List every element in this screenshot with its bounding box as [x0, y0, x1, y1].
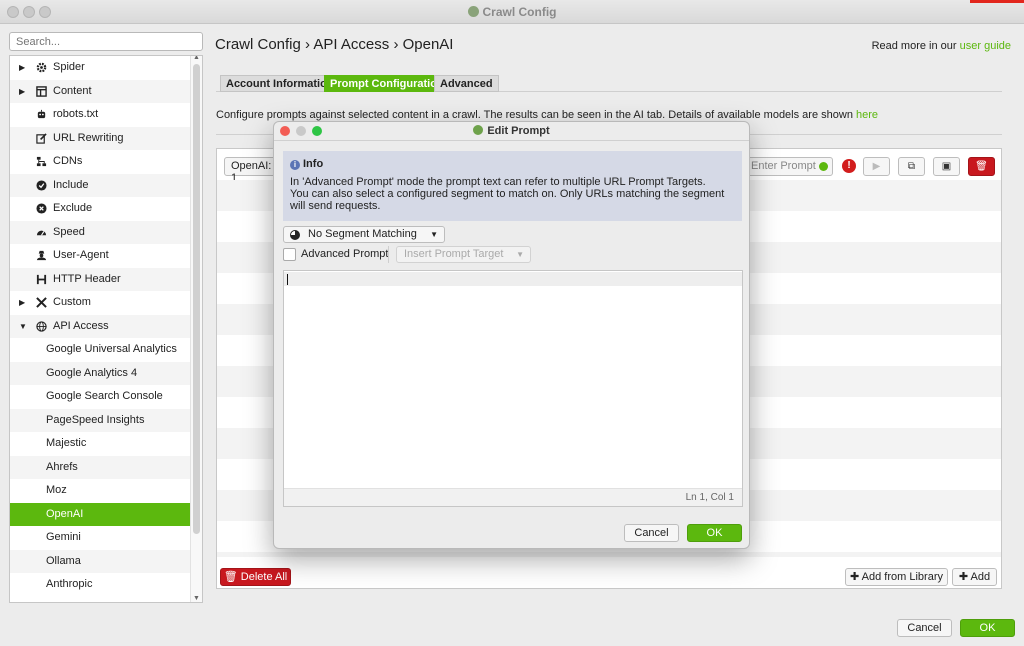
search-input[interactable] [9, 32, 203, 51]
scroll-down-icon[interactable]: ▼ [193, 595, 200, 602]
check-circle-icon [36, 179, 47, 191]
expand-right-icon[interactable]: ▶ [19, 291, 25, 314]
save-button[interactable]: ▣ [933, 157, 960, 176]
sidebar-subitem-ahrefs[interactable]: Ahrefs [10, 455, 190, 479]
layout-icon [36, 85, 47, 97]
pie-chart-icon [290, 230, 300, 240]
sidebar-scrollbar[interactable]: ▲ ▼ [190, 56, 202, 602]
sidebar-item-url-rewriting[interactable]: URL Rewriting [10, 126, 190, 150]
sidebar-item-speed[interactable]: Speed [10, 220, 190, 244]
header-icon [36, 274, 47, 284]
empty-row [217, 552, 1001, 557]
error-icon: ! [842, 159, 856, 173]
app-logo-icon [473, 125, 484, 135]
user-guide-link[interactable]: user guide [960, 40, 1011, 52]
sidebar-subitem-gemini[interactable]: Gemini [10, 526, 190, 550]
ok-button[interactable]: OK [960, 619, 1015, 637]
info-line-1: In 'Advanced Prompt' mode the prompt tex… [290, 176, 706, 188]
tab-bar: Account Information Prompt Configuration… [216, 75, 1002, 92]
gear-icon [36, 62, 47, 73]
expand-right-icon[interactable]: ▶ [19, 56, 25, 79]
segment-select[interactable]: No Segment Matching ▼ [283, 226, 445, 243]
delete-all-button[interactable]: 🗑 Delete All [220, 568, 291, 586]
advanced-prompt-label: Advanced Prompt [301, 248, 389, 260]
sidebar-item-spider[interactable]: ▶ Spider [10, 56, 190, 80]
cursor-position: Ln 1, Col 1 [685, 492, 734, 503]
speedometer-icon [36, 230, 47, 236]
tools-icon [36, 297, 47, 308]
info-icon: i [290, 160, 300, 170]
sidebar-item-api-access[interactable]: ▼ API Access [10, 314, 190, 338]
edit-prompt-dialog: Edit Prompt i Info In 'Advanced Prompt' m… [273, 121, 750, 549]
globe-icon [36, 320, 47, 332]
scroll-up-icon[interactable]: ▲ [193, 56, 200, 61]
sidebar-subitem-google-analytics-4[interactable]: Google Analytics 4 [10, 361, 190, 385]
sidebar-item-robots[interactable]: robots.txt [10, 103, 190, 127]
play-button[interactable]: ▶ [863, 157, 890, 176]
chevron-down-icon: ▼ [516, 250, 524, 259]
expand-down-icon[interactable]: ▼ [19, 315, 27, 338]
dialog-ok-button[interactable]: OK [687, 524, 742, 542]
editor-status-bar: Ln 1, Col 1 [284, 488, 742, 506]
scrollbar-thumb[interactable] [193, 64, 200, 534]
sidebar-subitem-google-universal-analytics[interactable]: Google Universal Analytics [10, 338, 190, 362]
tab-advanced[interactable]: Advanced [434, 75, 499, 92]
network-icon [36, 156, 47, 167]
sidebar-tree: ▶ Spider ▶ Content robots.txt URL Rewritin… [9, 55, 203, 603]
current-line-highlight [284, 272, 742, 286]
add-from-library-button[interactable]: ✚ Add from Library [845, 568, 948, 586]
sidebar-item-custom[interactable]: ▶ Custom [10, 291, 190, 315]
read-more-text: Read more in our user guide [871, 40, 1011, 52]
dialog-cancel-button[interactable]: Cancel [624, 524, 679, 542]
duplicate-button[interactable]: ⧉ [898, 157, 925, 176]
settings-icon[interactable] [819, 162, 828, 171]
cancel-button[interactable]: Cancel [897, 619, 952, 637]
delete-button[interactable]: 🗑 [968, 157, 995, 176]
info-box: i Info In 'Advanced Prompt' mode the prom… [283, 151, 742, 221]
sidebar-subitem-moz[interactable]: Moz [10, 479, 190, 503]
sidebar-subitem-pagespeed-insights[interactable]: PageSpeed Insights [10, 408, 190, 432]
description-text: Configure prompts against selected conte… [216, 109, 879, 121]
add-button[interactable]: ✚ Add [952, 568, 997, 586]
models-link[interactable]: here [856, 109, 878, 121]
advanced-prompt-checkbox[interactable] [283, 248, 296, 261]
breadcrumb: Crawl Config › API Access › OpenAI [215, 36, 454, 53]
info-line-2: You can also select a configured segment… [290, 188, 725, 212]
sidebar-item-cdns[interactable]: CDNs [10, 150, 190, 174]
prompt-editor[interactable]: Ln 1, Col 1 [283, 270, 743, 507]
text-cursor [287, 274, 288, 285]
divider [388, 246, 389, 263]
app-logo-icon [467, 6, 479, 17]
sidebar-item-content[interactable]: ▶ Content [10, 79, 190, 103]
sidebar-subitem-ollama[interactable]: Ollama [10, 549, 190, 573]
sidebar-subitem-openai[interactable]: OpenAI [10, 502, 190, 526]
sidebar-item-user-agent[interactable]: User-Agent [10, 244, 190, 268]
sidebar-subitem-google-search-console[interactable]: Google Search Console [10, 385, 190, 409]
dialog-titlebar: Edit Prompt [274, 122, 749, 141]
sidebar-item-include[interactable]: Include [10, 173, 190, 197]
sidebar-subitem-anthropic[interactable]: Anthropic [10, 573, 190, 597]
window-title: Crawl Config [0, 5, 1024, 19]
user-secret-icon [36, 250, 47, 261]
sidebar-subitem-majestic[interactable]: Majestic [10, 432, 190, 456]
dialog-title: Edit Prompt [274, 125, 749, 137]
model-select[interactable]: OpenAI: 1 [224, 157, 279, 184]
sidebar-item-exclude[interactable]: Exclude [10, 197, 190, 221]
prompt-input[interactable]: Enter Prompt [745, 157, 833, 176]
chevron-down-icon: ▼ [430, 230, 438, 239]
sidebar-item-http-header[interactable]: HTTP Header [10, 267, 190, 291]
robot-icon [37, 109, 46, 119]
insert-prompt-target-select[interactable]: Insert Prompt Target ▼ [396, 246, 531, 263]
edit-icon [36, 132, 47, 144]
x-circle-icon [36, 203, 47, 214]
tab-prompt-configuration[interactable]: Prompt Configuration [324, 75, 450, 92]
expand-right-icon[interactable]: ▶ [19, 80, 25, 103]
window-titlebar: Crawl Config [0, 0, 1024, 24]
red-indicator [970, 0, 1024, 3]
tab-account-information[interactable]: Account Information [220, 75, 340, 92]
